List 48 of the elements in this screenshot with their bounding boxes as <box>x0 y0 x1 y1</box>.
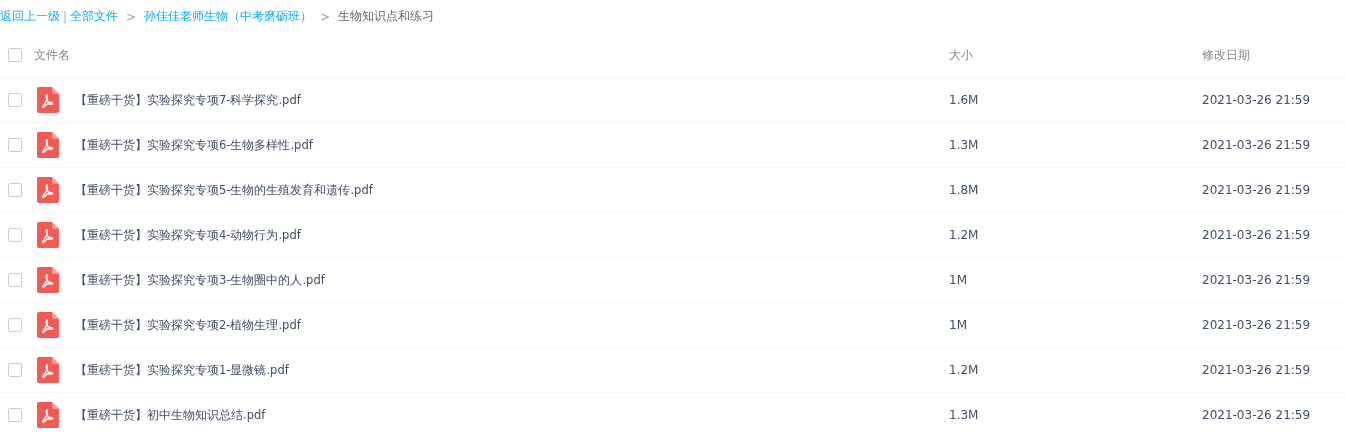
file-name[interactable]: 【重磅干货】实验探究专项4-动物行为.pdf <box>75 227 301 243</box>
row-checkbox[interactable] <box>8 363 22 377</box>
modified-date: 2021-03-26 21:59 <box>1202 273 1311 287</box>
row-checkbox[interactable] <box>8 93 22 107</box>
file-name[interactable]: 【重磅干货】实验探究专项2-植物生理.pdf <box>75 317 301 333</box>
file-size: 1.6M <box>949 93 979 107</box>
file-name[interactable]: 【重磅干货】实验探究专项3-生物圈中的人.pdf <box>75 272 325 288</box>
pdf-file-icon <box>37 132 59 158</box>
pdf-file-icon <box>37 357 59 383</box>
modified-date: 2021-03-26 21:59 <box>1202 228 1311 242</box>
file-size: 1.2M <box>949 363 979 377</box>
modified-date: 2021-03-26 21:59 <box>1202 183 1311 197</box>
pdf-file-icon <box>37 402 59 428</box>
select-all-checkbox[interactable] <box>8 48 22 62</box>
row-checkbox[interactable] <box>8 228 22 242</box>
column-header[interactable]: 修改日期 <box>1202 47 1250 62</box>
file-size: 1M <box>949 318 967 332</box>
breadcrumb-separator: > <box>320 9 331 24</box>
modified-date: 2021-03-26 21:59 <box>1202 408 1311 422</box>
pdf-file-icon <box>37 177 59 203</box>
file-name[interactable]: 【重磅干货】实验探究专项7-科学探究.pdf <box>75 92 301 108</box>
modified-date: 2021-03-26 21:59 <box>1202 138 1311 152</box>
file-size: 1M <box>949 273 967 287</box>
column-header[interactable]: 文件名 <box>34 46 70 64</box>
file-name[interactable]: 【重磅干货】实验探究专项5-生物的生殖发育和遗传.pdf <box>75 182 373 198</box>
breadcrumb-separator: | <box>63 9 68 24</box>
row-checkbox[interactable] <box>8 138 22 152</box>
file-size: 1.2M <box>949 228 979 242</box>
file-name[interactable]: 【重磅干货】实验探究专项6-生物多样性.pdf <box>75 137 313 153</box>
breadcrumb-current: 生物知识点和练习 <box>338 8 435 25</box>
modified-date: 2021-03-26 21:59 <box>1202 93 1311 107</box>
row-checkbox[interactable] <box>8 408 22 422</box>
file-name[interactable]: 【重磅干货】初中生物知识总结.pdf <box>75 407 266 423</box>
file-size: 1.3M <box>949 408 979 422</box>
pdf-file-icon <box>37 222 59 248</box>
file-size: 1.8M <box>949 183 979 197</box>
file-size: 1.3M <box>949 138 979 152</box>
row-checkbox[interactable] <box>8 273 22 287</box>
row-checkbox[interactable] <box>8 183 22 197</box>
breadcrumb-separator: > <box>126 9 137 24</box>
modified-date: 2021-03-26 21:59 <box>1202 318 1311 332</box>
column-header[interactable]: 大小 <box>949 47 973 62</box>
pdf-file-icon <box>37 312 59 338</box>
modified-date: 2021-03-26 21:59 <box>1202 363 1311 377</box>
pdf-file-icon <box>37 267 59 293</box>
file-name[interactable]: 【重磅干货】实验探究专项1-显微镜.pdf <box>75 362 289 378</box>
row-checkbox[interactable] <box>8 318 22 332</box>
pdf-file-icon <box>37 87 59 113</box>
